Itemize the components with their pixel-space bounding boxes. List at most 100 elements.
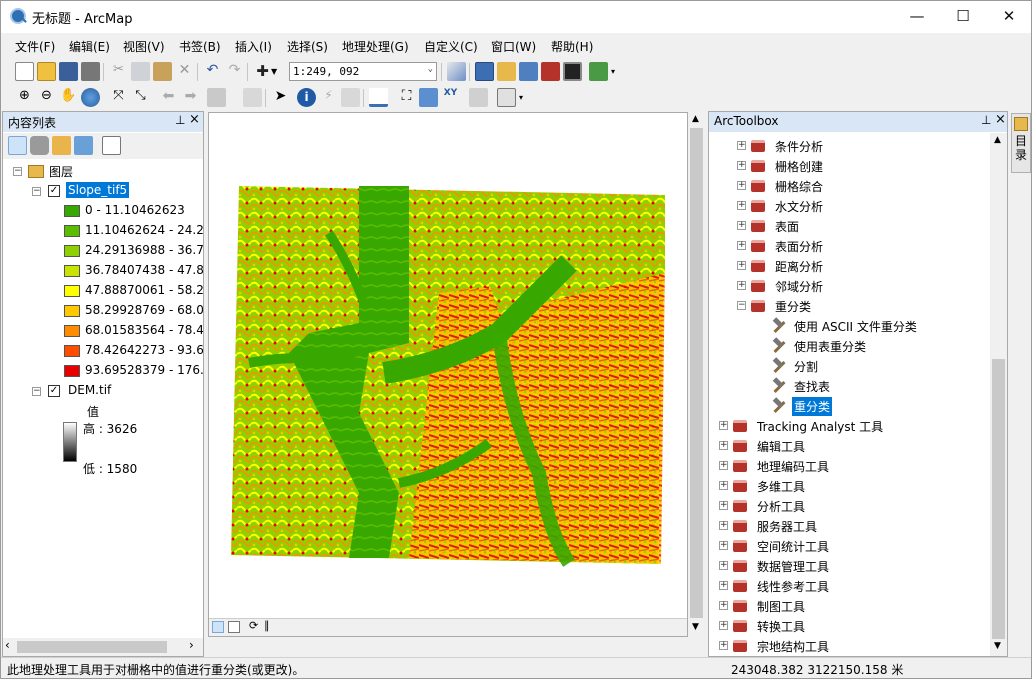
toolset-item[interactable]: 分析工具 (755, 497, 807, 516)
expand-icon[interactable]: + (719, 621, 728, 630)
scroll-up-icon[interactable]: ▲ (994, 135, 1001, 145)
scroll-thumb[interactable] (992, 359, 1005, 639)
create-viewer-window-icon[interactable] (497, 88, 516, 107)
toolset-item[interactable]: 栅格综合 (773, 177, 825, 196)
pin-icon[interactable]: ⊥ (175, 113, 185, 127)
copy-icon[interactable] (131, 62, 150, 81)
select-elements-icon[interactable]: ➤ (271, 88, 290, 107)
expand-icon[interactable]: + (719, 441, 728, 450)
paste-icon[interactable] (153, 62, 172, 81)
go-back-icon[interactable]: ⬅ (159, 88, 178, 107)
toolset-item[interactable]: 服务器工具 (755, 517, 819, 536)
add-data-dropdown-icon[interactable]: ▼ (271, 62, 281, 81)
layer-name-slope[interactable]: Slope_tif5 (66, 182, 130, 198)
close-button[interactable]: ✕ (986, 1, 1031, 31)
catalog-side-tab[interactable]: 目录 (1011, 113, 1031, 173)
open-folder-icon[interactable] (37, 62, 56, 81)
layout-view-icon[interactable] (228, 621, 240, 633)
arctoolbox-vertical-scrollbar[interactable]: ▲ ▼ (990, 133, 1007, 656)
list-by-drawing-order-icon[interactable] (8, 136, 27, 155)
layer-name-dem[interactable]: DEM.tif (68, 383, 111, 397)
expand-icon[interactable]: + (719, 581, 728, 590)
toolset-item[interactable]: 距离分析 (773, 257, 825, 276)
toolset-item[interactable]: 线性参考工具 (755, 577, 831, 596)
data-frame-label[interactable]: 图层 (49, 163, 73, 180)
toolset-item[interactable]: 制图工具 (755, 597, 807, 616)
toolset-item[interactable]: 空间统计工具 (755, 537, 831, 556)
toolbar2-options-icon[interactable]: ▾ (519, 88, 529, 107)
delete-icon[interactable]: ✕ (175, 62, 194, 81)
tool-item[interactable]: 分割 (792, 357, 820, 376)
find-icon[interactable]: ⛶ (397, 88, 416, 107)
toolset-item[interactable]: 栅格创建 (773, 157, 825, 176)
scroll-up-icon[interactable]: ▲ (692, 114, 699, 124)
toolbar-options-icon[interactable]: ▾ (611, 62, 621, 81)
go-forward-icon[interactable]: ➡ (181, 88, 200, 107)
scroll-down-icon[interactable]: ▼ (692, 622, 699, 632)
clear-selection-icon[interactable] (243, 88, 262, 107)
expand-icon[interactable]: + (719, 601, 728, 610)
toolset-item[interactable]: 重分类 (773, 297, 813, 316)
scroll-left-icon[interactable]: ‹ (5, 638, 10, 652)
tool-item[interactable]: 重分类 (792, 397, 833, 416)
expand-icon[interactable]: + (737, 141, 746, 150)
menu-help[interactable]: 帮助(H) (551, 38, 593, 55)
save-icon[interactable] (59, 62, 78, 81)
identify-icon[interactable]: i (297, 88, 316, 107)
scroll-thumb[interactable] (17, 641, 167, 653)
scroll-down-icon[interactable]: ▼ (994, 641, 1001, 651)
tool-item[interactable]: 使用 ASCII 文件重分类 (792, 317, 919, 336)
maximize-button[interactable]: ☐ (940, 1, 986, 31)
scroll-thumb[interactable] (690, 128, 703, 618)
toc-close-icon[interactable]: × (189, 112, 200, 127)
collapse-icon[interactable]: − (13, 167, 22, 176)
menu-geoprocessing[interactable]: 地理处理(G) (342, 38, 409, 55)
expand-icon[interactable]: + (737, 181, 746, 190)
full-extent-icon[interactable] (81, 88, 100, 107)
new-document-icon[interactable] (15, 62, 34, 81)
menu-bookmarks[interactable]: 书签(B) (179, 38, 221, 55)
go-to-xy-icon[interactable]: XY (441, 88, 460, 107)
toolset-item[interactable]: 表面 (773, 217, 801, 236)
collapse-icon[interactable]: − (32, 187, 41, 196)
menu-edit[interactable]: 编辑(E) (69, 38, 110, 55)
toolset-item[interactable]: 表面分析 (773, 237, 825, 256)
fixed-zoom-out-icon[interactable]: ⤡ (131, 88, 150, 107)
expand-icon[interactable]: + (719, 561, 728, 570)
layer-visibility-checkbox[interactable]: ✓ (48, 185, 60, 197)
toolset-item[interactable]: Tracking Analyst 工具 (755, 417, 885, 436)
refresh-icon[interactable]: ⟳ (249, 619, 258, 632)
editor-toolbar-icon[interactable] (447, 62, 466, 81)
menu-insert[interactable]: 插入(I) (235, 38, 272, 55)
modelbuilder-icon[interactable] (589, 62, 608, 81)
html-popup-icon[interactable] (341, 88, 360, 107)
expand-icon[interactable]: + (737, 281, 746, 290)
toolset-item[interactable]: 多维工具 (755, 477, 807, 496)
arctoolbox-close-icon[interactable]: × (995, 112, 1006, 127)
print-icon[interactable] (81, 62, 100, 81)
measure-icon[interactable] (369, 88, 388, 107)
toolset-item[interactable]: 转换工具 (755, 617, 807, 636)
toolset-item[interactable]: 编辑工具 (755, 437, 807, 456)
map-scale-combobox[interactable]: 1:249, 092 ⌄ (289, 62, 437, 81)
toolset-item[interactable]: 邻域分析 (773, 277, 825, 296)
map-vertical-scrollbar[interactable]: ▲ ▼ (688, 112, 705, 637)
python-window-icon[interactable] (563, 62, 582, 81)
fixed-zoom-in-icon[interactable]: ⤧ (109, 88, 128, 107)
expand-icon[interactable]: + (737, 221, 746, 230)
toc-options-icon[interactable] (102, 136, 121, 155)
data-view-icon[interactable] (212, 621, 224, 633)
slope-raster-map[interactable] (209, 113, 687, 618)
chevron-down-icon[interactable]: ⌄ (428, 64, 433, 74)
toolset-item[interactable]: 条件分析 (773, 137, 825, 156)
tool-item[interactable]: 查找表 (792, 377, 832, 396)
pause-drawing-icon[interactable]: ∥ (264, 619, 270, 632)
toolset-item[interactable]: 宗地结构工具 (755, 637, 831, 656)
menu-customize[interactable]: 自定义(C) (424, 38, 478, 55)
collapse-icon[interactable]: − (32, 387, 41, 396)
layer-visibility-checkbox[interactable]: ✓ (48, 385, 60, 397)
toolset-item[interactable]: 水文分析 (773, 197, 825, 216)
add-data-icon[interactable]: ✚ (253, 62, 272, 81)
expand-icon[interactable]: + (737, 241, 746, 250)
pan-icon[interactable]: ✋ (59, 88, 78, 107)
